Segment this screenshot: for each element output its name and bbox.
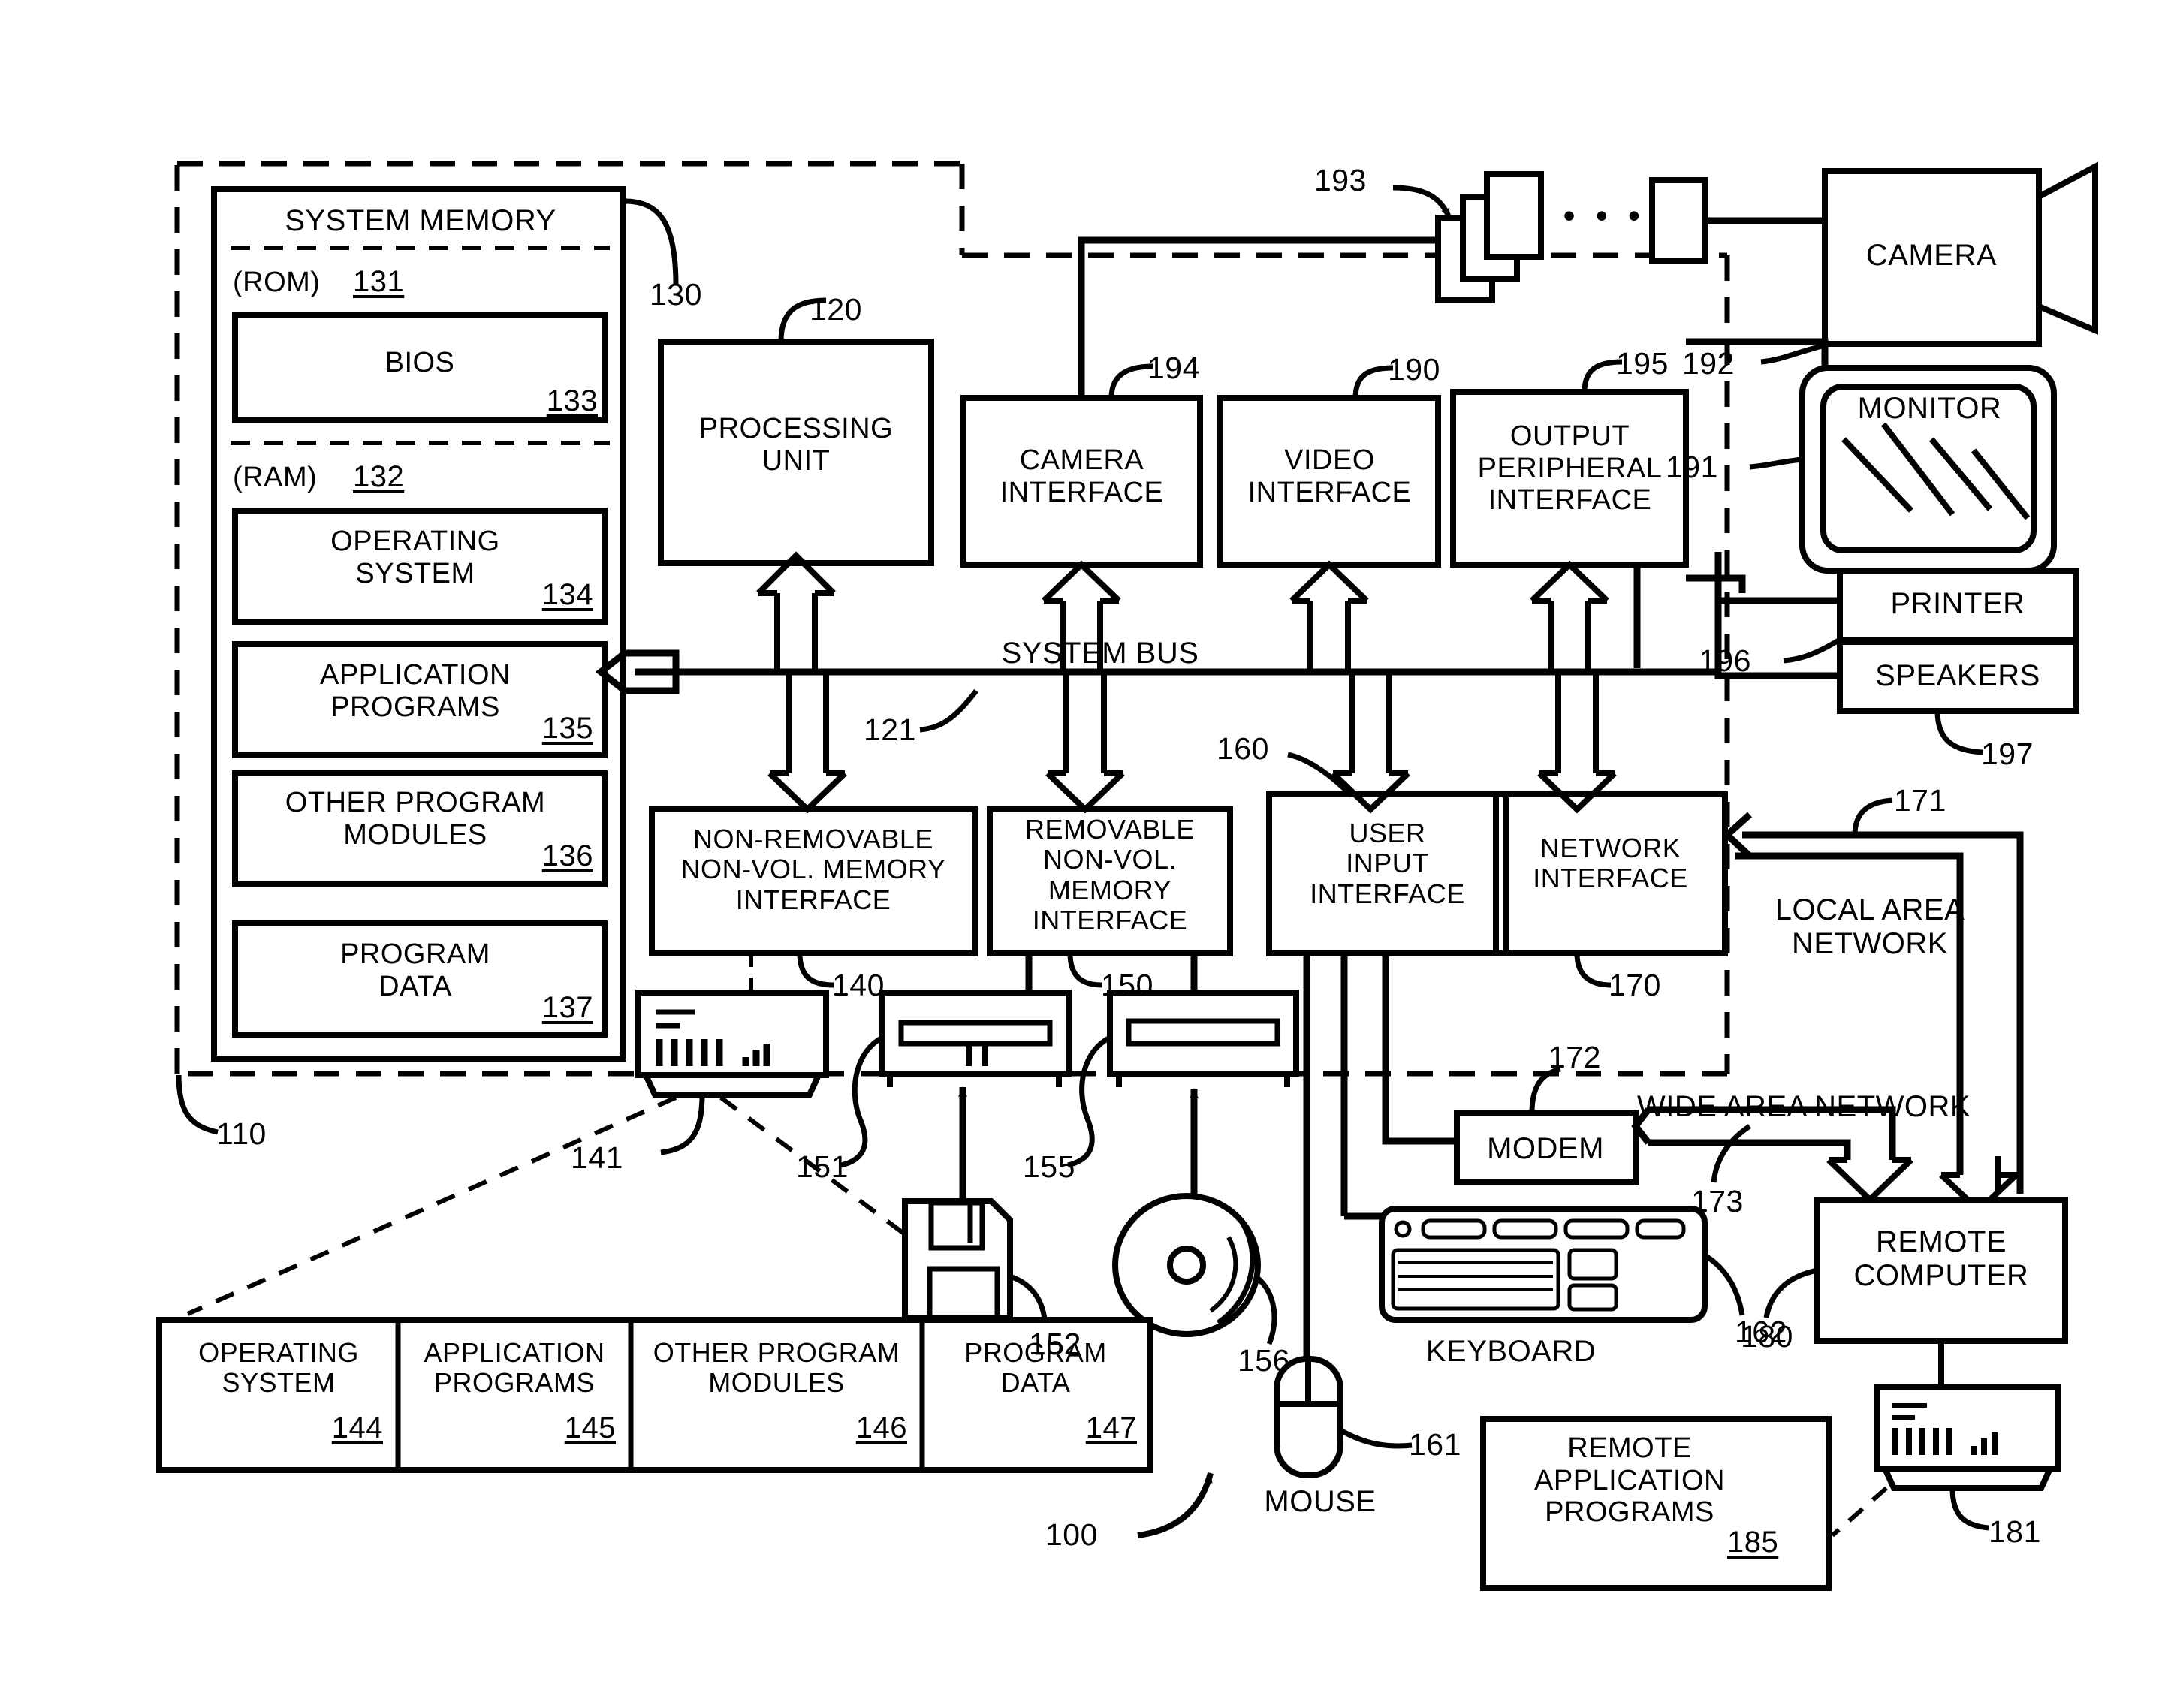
non-removable-memory-interface-label: NON-REMOVABLE NON-VOL. MEMORY INTERFACE <box>680 824 946 915</box>
non-removable-memory-interface-ref-140: 140 <box>832 968 885 1002</box>
operating-system-ref-134: 134 <box>541 578 593 611</box>
network-interface-ref-170: 170 <box>1609 968 1661 1002</box>
storage-table-ref-144: 144 <box>331 1411 383 1444</box>
remote-storage-ref-181: 181 <box>1989 1514 2041 1549</box>
patent-figure: SYSTEM MEMORY 130 (ROM) 131 BIOS 133 (RA… <box>0 0 2159 1708</box>
remote-computer-ref-180: 180 <box>1741 1319 1793 1354</box>
monitor-label: MONITOR <box>1857 392 2002 425</box>
camera-ref-192: 192 <box>1682 346 1735 381</box>
mouse-label: MOUSE <box>1264 1485 1377 1518</box>
removable-memory-interface-ref-150: 150 <box>1101 968 1153 1002</box>
computer-boundary-ref-110: 110 <box>216 1116 267 1151</box>
removable-memory-interface-label: REMOVABLE NON-VOL. MEMORY INTERFACE <box>1025 814 1195 935</box>
user-input-interface-label: USER INPUT INTERFACE <box>1310 818 1465 909</box>
processing-unit-ref-120: 120 <box>810 292 862 327</box>
printer-label: PRINTER <box>1890 587 2025 620</box>
ram-ref-132: 132 <box>353 460 405 493</box>
storage-table-ref-146: 146 <box>855 1411 907 1444</box>
remote-computer-label: REMOTE COMPUTER <box>1853 1225 2029 1292</box>
storage-table-cell-operating-system: OPERATING SYSTEM <box>198 1337 359 1399</box>
system-memory-ref-130: 130 <box>650 277 702 312</box>
network-interface-label: NETWORK INTERFACE <box>1533 833 1688 894</box>
camera-interface-label: CAMERA INTERFACE <box>1000 444 1164 508</box>
hard-drive-ref-141: 141 <box>571 1140 623 1175</box>
storage-table-cell-other-program-modules: OTHER PROGRAM MODULES <box>653 1337 900 1399</box>
application-programs-ref-135: 135 <box>541 712 593 745</box>
camera-interface-ref-194: 194 <box>1147 351 1200 385</box>
processing-unit-label: PROCESSING UNIT <box>698 413 894 477</box>
system-bus-label: SYSTEM BUS <box>1001 637 1199 670</box>
remote-application-programs-label: REMOTE APPLICATION PROGRAMS <box>1534 1432 1725 1529</box>
keyboard-label: KEYBOARD <box>1425 1335 1597 1368</box>
speakers-ref-197: 197 <box>1981 737 2034 771</box>
speakers-label: SPEAKERS <box>1875 659 2040 692</box>
camera-label: CAMERA <box>1865 239 1998 272</box>
local-area-network-ref-171: 171 <box>1894 783 1946 818</box>
system-memory-title: SYSTEM MEMORY <box>285 204 556 237</box>
storage-table-cell-application-programs: APPLICATION PROGRAMS <box>424 1337 605 1399</box>
camera-frames-ref-193: 193 <box>1314 163 1367 197</box>
bios-ref-133: 133 <box>546 384 598 417</box>
frames-ellipsis: • • • <box>1563 196 1641 235</box>
monitor-ref-191: 191 <box>1666 450 1718 484</box>
floppy-drive-ref-151: 151 <box>796 1149 849 1184</box>
user-input-interface-ref-160: 160 <box>1217 731 1269 766</box>
bios-label: BIOS <box>384 347 455 378</box>
storage-table-cell-program-data: PROGRAM DATA <box>964 1337 1107 1399</box>
mouse-ref-161: 161 <box>1409 1427 1461 1462</box>
figure-ref-100: 100 <box>1045 1517 1098 1552</box>
storage-table-ref-145: 145 <box>564 1411 616 1444</box>
local-area-network-label: LOCAL AREA NETWORK <box>1775 893 1965 960</box>
video-interface-label: VIDEO INTERFACE <box>1247 444 1412 508</box>
rom-ref-131: 131 <box>353 265 405 298</box>
other-program-modules-ref-136: 136 <box>541 839 593 872</box>
optical-disc-ref-156: 156 <box>1238 1343 1290 1378</box>
printer-ref-196: 196 <box>1699 643 1751 678</box>
system-bus-ref-121: 121 <box>864 712 916 747</box>
video-interface-ref-190: 190 <box>1388 352 1440 387</box>
modem-ref-172: 172 <box>1548 1040 1601 1074</box>
storage-table-ref-147: 147 <box>1085 1411 1137 1444</box>
wide-area-network-label: WIDE AREA NETWORK <box>1637 1090 1971 1123</box>
modem-label: MODEM <box>1487 1132 1604 1165</box>
wide-area-network-ref-173: 173 <box>1691 1184 1744 1218</box>
output-peripheral-interface-label: OUTPUT PERIPHERAL INTERFACE <box>1477 420 1663 517</box>
remote-application-programs-ref-185: 185 <box>1727 1526 1779 1559</box>
program-data-ref-137: 137 <box>541 991 593 1024</box>
optical-drive-ref-155: 155 <box>1023 1149 1075 1184</box>
